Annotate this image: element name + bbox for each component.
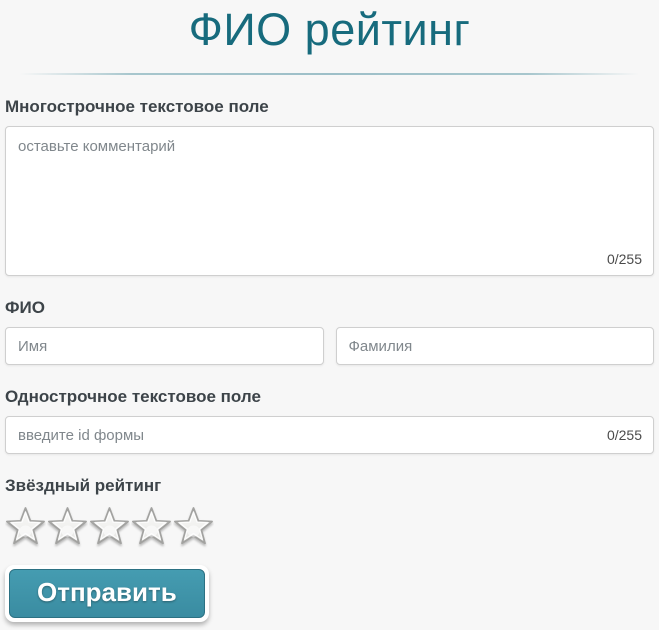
comment-field-wrap: 0/255 — [5, 126, 654, 276]
rating-star-icon[interactable] — [89, 505, 130, 549]
name-field-label: ФИО — [5, 298, 45, 317]
single-line-wrap: 0/255 — [5, 416, 654, 454]
rating-star-icon[interactable] — [131, 505, 172, 549]
rating-star-icon[interactable] — [47, 505, 88, 549]
form-page: ФИО рейтинг Многострочное текстовое поле… — [0, 0, 659, 630]
rating-field-label: Звёздный рейтинг — [5, 476, 162, 495]
submit-button[interactable]: Отправить — [9, 569, 205, 618]
rating-star-icon[interactable] — [5, 505, 46, 549]
comment-field-label: Многострочное текстовое поле — [5, 97, 269, 116]
page-title: ФИО рейтинг — [188, 4, 471, 55]
first-name-input[interactable] — [5, 327, 324, 365]
star-rating — [5, 505, 654, 549]
single-line-field-label: Однострочное текстовое поле — [5, 387, 261, 406]
last-name-input[interactable] — [335, 327, 654, 365]
submit-button-frame: Отправить — [5, 565, 209, 622]
divider — [20, 73, 639, 75]
rating-star-icon[interactable] — [173, 505, 214, 549]
name-row — [5, 327, 654, 365]
last-name-wrap — [335, 327, 654, 365]
first-name-wrap — [5, 327, 324, 365]
comment-textarea[interactable] — [5, 126, 654, 276]
form-id-input[interactable] — [5, 416, 654, 454]
